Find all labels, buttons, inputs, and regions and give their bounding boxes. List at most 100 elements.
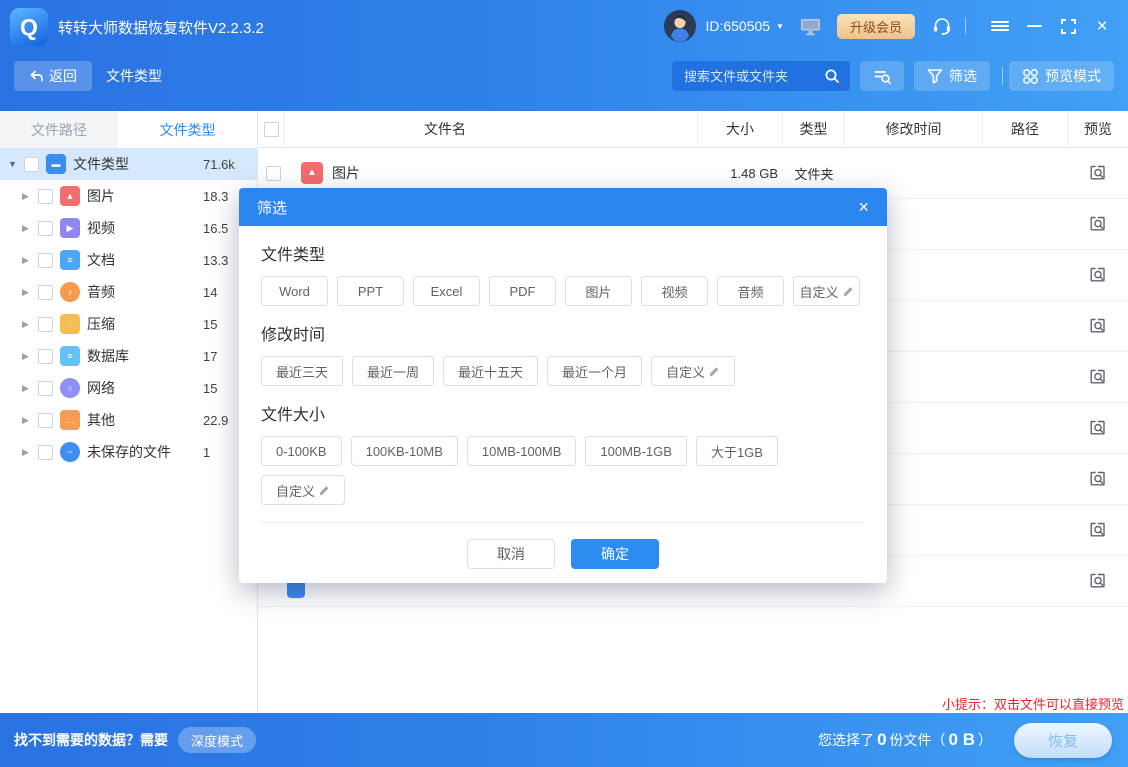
filter-option-button[interactable]: 最近三天 [261, 356, 343, 386]
tree-item-count: 22.9 [203, 413, 228, 428]
tree-checkbox[interactable] [38, 445, 53, 460]
filter-option-button[interactable]: 100MB-1GB [585, 436, 687, 466]
user-id[interactable]: ID:650505 [705, 18, 770, 34]
filter-option-button[interactable]: Word [261, 276, 328, 306]
tree-checkbox[interactable] [38, 381, 53, 396]
search-input[interactable] [682, 68, 824, 85]
tree-item[interactable]: ▶−未保存的文件1 [0, 436, 257, 468]
row-checkbox[interactable] [266, 166, 281, 181]
tree-checkbox[interactable] [38, 285, 53, 300]
tree-checkbox[interactable] [38, 317, 53, 332]
device-monitor-icon[interactable] [800, 17, 821, 36]
preview-magnifier-icon [1089, 368, 1107, 386]
filter-option-button[interactable]: 大于1GB [696, 436, 778, 466]
tree-item[interactable]: ▶○网络15 [0, 372, 257, 404]
filter-option-button[interactable]: 视频 [641, 276, 708, 306]
filter-option-button[interactable]: Excel [413, 276, 480, 306]
preview-button[interactable] [1068, 215, 1128, 233]
preview-button[interactable] [1068, 266, 1128, 284]
filter-option-button[interactable]: 10MB-100MB [467, 436, 576, 466]
tree-item[interactable]: ▶≡文档13.3 [0, 244, 257, 276]
filter-option-button[interactable]: PDF [489, 276, 556, 306]
cancel-button[interactable]: 取消 [467, 539, 555, 569]
column-label: 大小 [726, 119, 754, 139]
tree-expand-icon[interactable]: ▶ [22, 319, 34, 330]
tree-item[interactable]: ▶…其他22.9 [0, 404, 257, 436]
tree-item[interactable]: ▶≡数据库17 [0, 340, 257, 372]
preview-magnifier-icon [1089, 266, 1107, 284]
tree-item-count: 1 [203, 445, 210, 460]
filter-option-button[interactable]: 最近一个月 [547, 356, 642, 386]
dialog-footer: 取消 确定 [261, 522, 865, 569]
dialog-sections: 文件类型WordPPTExcelPDF图片视频音频自定义修改时间最近三天最近一周… [261, 241, 865, 505]
menu-icon[interactable] [988, 14, 1012, 38]
tree-expand-icon[interactable]: ▶ [22, 223, 34, 234]
tree-checkbox[interactable] [38, 413, 53, 428]
filter-label: 筛选 [949, 66, 977, 86]
tree-checkbox[interactable] [38, 253, 53, 268]
confirm-button[interactable]: 确定 [571, 539, 659, 569]
tree-item[interactable]: ▶▶视频16.5 [0, 212, 257, 244]
deep-mode-button[interactable]: 深度模式 [178, 727, 256, 753]
tree-expand-icon[interactable]: ▶ [22, 447, 34, 458]
tree-expand-icon[interactable]: ▶ [22, 255, 34, 266]
filter-option-button[interactable]: 图片 [565, 276, 632, 306]
database-icon: ≡ [60, 346, 80, 366]
tree-item-count: 13.3 [203, 253, 228, 268]
avatar[interactable] [664, 10, 696, 42]
preview-button[interactable] [1068, 470, 1128, 488]
preview-button[interactable] [1068, 521, 1128, 539]
filter-option-button[interactable]: 0-100KB [261, 436, 342, 466]
dialog-section-title: 文件大小 [261, 401, 865, 425]
tree-expand-icon[interactable]: ▼ [8, 159, 20, 169]
tree-item[interactable]: ▶♪音频14 [0, 276, 257, 308]
tree-item[interactable]: ▶▲图片18.3 [0, 180, 257, 212]
tree-item-count: 14 [203, 285, 217, 300]
preview-button[interactable] [1068, 572, 1128, 590]
close-button[interactable]: × [1090, 14, 1114, 38]
tree-checkbox[interactable] [38, 349, 53, 364]
preview-mode-button[interactable]: 预览模式 [1009, 61, 1114, 91]
tree-expand-icon[interactable]: ▶ [22, 415, 34, 426]
filter-option-button[interactable]: 最近十五天 [443, 356, 538, 386]
filter-option-button[interactable]: 100KB-10MB [351, 436, 458, 466]
search-list-button[interactable] [860, 61, 904, 91]
recover-button[interactable]: 恢复 [1014, 723, 1112, 758]
tree-checkbox[interactable] [38, 221, 53, 236]
chevron-down-icon[interactable]: ▼ [776, 22, 784, 31]
maximize-button[interactable] [1056, 14, 1080, 38]
column-header-type: 类型 [783, 111, 845, 147]
filter-custom-button[interactable]: 自定义 [651, 356, 735, 386]
image-icon: ▲ [60, 186, 80, 206]
tab-file-path[interactable]: 文件路径 [0, 111, 118, 148]
search-box[interactable] [672, 61, 850, 91]
tree-checkbox[interactable] [24, 157, 39, 172]
support-headset-icon[interactable] [931, 15, 953, 37]
tree-expand-icon[interactable]: ▶ [22, 351, 34, 362]
tree-checkbox[interactable] [38, 189, 53, 204]
tree-item-label: 文档 [87, 250, 115, 270]
preview-button[interactable] [1068, 419, 1128, 437]
dialog-option-group: 最近三天最近一周最近十五天最近一个月自定义 [261, 356, 865, 386]
tab-file-type[interactable]: 文件类型 [118, 111, 257, 148]
tree-item[interactable]: ▼▬文件类型71.6k [0, 148, 257, 180]
back-button[interactable]: 返回 [14, 61, 92, 91]
preview-button[interactable] [1068, 368, 1128, 386]
filter-option-button[interactable]: 最近一周 [352, 356, 434, 386]
tree-item[interactable]: ▶:压缩15 [0, 308, 257, 340]
dialog-close-icon[interactable]: × [858, 198, 869, 216]
filter-custom-button[interactable]: 自定义 [261, 475, 345, 505]
preview-button[interactable] [1068, 164, 1128, 182]
tree-expand-icon[interactable]: ▶ [22, 383, 34, 394]
filter-custom-button[interactable]: 自定义 [793, 276, 860, 306]
tree-expand-icon[interactable]: ▶ [22, 287, 34, 298]
preview-button[interactable] [1068, 317, 1128, 335]
filter-option-button[interactable]: 音频 [717, 276, 784, 306]
filter-option-button[interactable]: PPT [337, 276, 404, 306]
minimize-button[interactable] [1022, 14, 1046, 38]
tree-item-count: 15 [203, 381, 217, 396]
upgrade-vip-button[interactable]: 升级会员 [837, 14, 915, 39]
tree-expand-icon[interactable]: ▶ [22, 191, 34, 202]
select-all-checkbox[interactable] [264, 122, 279, 137]
filter-button[interactable]: 筛选 [914, 61, 990, 91]
